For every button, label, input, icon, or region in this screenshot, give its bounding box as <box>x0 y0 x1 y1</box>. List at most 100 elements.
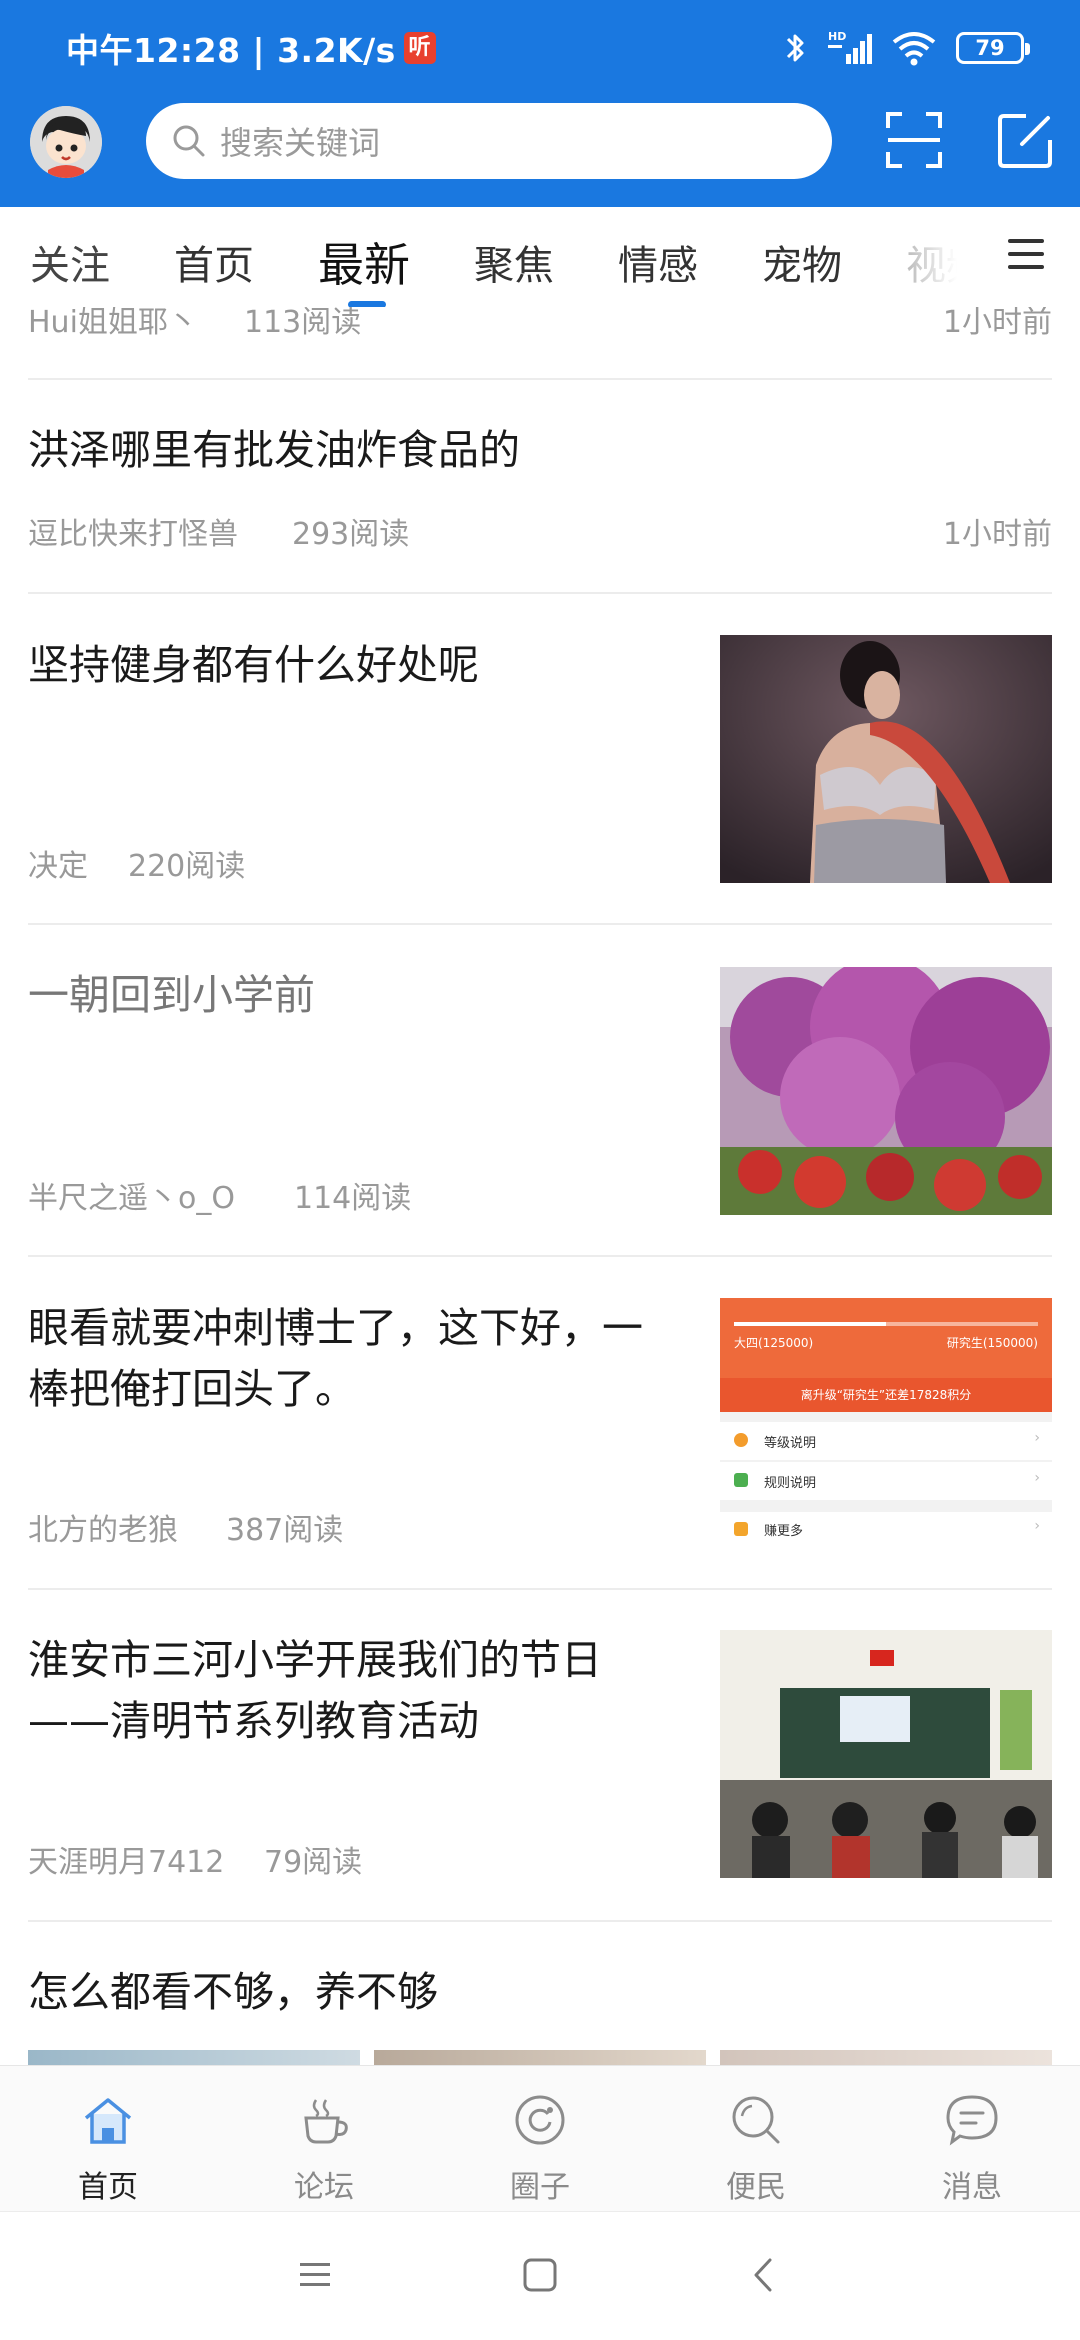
flowers-photo <box>720 967 1052 1215</box>
tab-latest[interactable]: 最新 <box>318 229 410 295</box>
divider <box>28 1920 1052 1922</box>
app-screen: 中午12:28 | 3.2K/s 听 HD 79 搜索关键词 关注 首页 最新 … <box>0 0 1080 2340</box>
post-reads: 79阅读 <box>264 1845 363 1880</box>
rules-icon <box>734 1473 748 1487</box>
search-icon <box>173 125 205 157</box>
back-button[interactable] <box>740 2250 790 2300</box>
tab-focus[interactable]: 聚焦 <box>474 233 554 291</box>
nav-label: 论坛 <box>294 2170 354 2205</box>
nav-label: 首页 <box>78 2170 138 2205</box>
nav-forum[interactable]: 论坛 <box>216 2066 432 2212</box>
tab-following[interactable]: 关注 <box>30 233 110 291</box>
feed-list: Hui姐姐耶丶 113阅读 1小时前 洪泽哪里有批发油炸食品的 逗比快来打怪兽 … <box>0 307 1080 2065</box>
bluetooth-icon <box>786 34 804 62</box>
message-icon <box>946 2095 998 2146</box>
post-author: 天涯明月7412 <box>28 1845 225 1880</box>
chevron-right-icon: › <box>1034 1430 1040 1446</box>
status-icons: HD 79 <box>784 26 1030 70</box>
nav-label: 消息 <box>942 2170 1002 2205</box>
scan-icon <box>886 112 942 168</box>
post-author: 北方的老狼 <box>28 1513 178 1548</box>
tab-fade <box>880 207 990 307</box>
scan-button[interactable] <box>884 110 944 170</box>
home-icon <box>84 2098 132 2144</box>
classroom-photo <box>720 1630 1052 1878</box>
post-author: 半尺之遥丶o_O <box>28 1181 235 1216</box>
chevron-right-icon: › <box>1034 1470 1040 1486</box>
post-time: 1小时前 <box>942 307 1052 340</box>
level-left-value: 大四(125000) <box>734 1336 814 1350</box>
fitness-photo <box>720 635 1052 883</box>
listen-badge-icon: 听 <box>403 32 436 64</box>
earn-icon <box>734 1522 748 1536</box>
battery-icon: 79 <box>956 32 1030 64</box>
post-title: 坚持健身都有什么好处呢 <box>28 641 479 689</box>
level-banner: 离升级“研究生”还差17828积分 <box>720 1378 1052 1412</box>
level-right-value: 研究生(150000) <box>946 1336 1038 1350</box>
post-thumbnail: 大四(125000) 研究生(150000) 离升级“研究生”还差17828积分… <box>720 1298 1052 1546</box>
level-menu-item: 规则说明 › <box>720 1462 1052 1500</box>
home-button[interactable] <box>515 2250 565 2300</box>
circle-icon <box>515 2095 565 2145</box>
divider <box>28 923 1052 925</box>
post-thumbnail <box>720 635 1052 883</box>
level-menu-label: 等级说明 <box>764 1436 817 1451</box>
menu-lines-icon <box>300 2263 330 2286</box>
post-thumbnail <box>720 967 1052 1215</box>
category-tabs: 关注 首页 最新 聚焦 情感 宠物 视频 <box>0 207 1080 308</box>
post-reads: 114阅读 <box>294 1181 412 1216</box>
post-thumbnail <box>28 2050 360 2065</box>
post-thumbnail <box>374 2050 706 2065</box>
post-button[interactable] <box>996 110 1056 170</box>
nav-services[interactable]: 便民 <box>648 2066 864 2212</box>
post-reads: 387阅读 <box>226 1513 344 1548</box>
post-title: 一朝回到小学前 <box>28 971 315 1019</box>
post-title: 洪泽哪里有批发油炸食品的 <box>28 426 520 474</box>
post-title: 怎么都看不够，养不够 <box>28 1968 438 2016</box>
signal-hd-label: HD <box>828 30 846 43</box>
post-reads: 293阅读 <box>292 517 410 552</box>
level-menu-label: 规则说明 <box>764 1476 817 1491</box>
chevron-right-icon: › <box>1034 1518 1040 1534</box>
app-header: 中午12:28 | 3.2K/s 听 HD 79 搜索关键词 <box>0 0 1080 207</box>
tab-home[interactable]: 首页 <box>174 233 254 291</box>
post-author: 逗比快来打怪兽 <box>28 517 238 552</box>
post-time: 1小时前 <box>942 517 1052 552</box>
bottom-nav: 首页 论坛 圈子 便民 消息 <box>0 2065 1080 2211</box>
level-info-icon <box>734 1433 748 1447</box>
post-thumbnail <box>720 2050 1052 2065</box>
user-avatar[interactable] <box>30 106 102 178</box>
search-input[interactable]: 搜索关键词 <box>146 103 832 179</box>
nav-home[interactable]: 首页 <box>0 2066 216 2212</box>
system-nav-bar <box>0 2211 1080 2340</box>
level-track <box>734 1322 1038 1326</box>
post-author: Hui姐姐耶丶 <box>28 307 198 340</box>
menu-icon <box>1008 239 1044 269</box>
divider <box>28 592 1052 594</box>
tab-pets[interactable]: 宠物 <box>762 233 842 291</box>
cup-icon <box>304 2099 348 2144</box>
menu-button[interactable] <box>1006 236 1046 272</box>
divider <box>28 1255 1052 1257</box>
nav-circle[interactable]: 圈子 <box>432 2066 648 2212</box>
search-icon <box>732 2096 780 2144</box>
divider <box>28 378 1052 380</box>
status-time-text: 中午12:28 | 3.2K/s <box>66 31 396 70</box>
post-title-line: 眼看就要冲刺博士了，这下好，一 <box>28 1304 643 1352</box>
wifi-icon <box>892 32 936 66</box>
post-thumbnail <box>720 1630 1052 1878</box>
status-bar: 中午12:28 | 3.2K/s 听 HD 79 <box>0 0 1080 96</box>
divider <box>28 1588 1052 1590</box>
recent-apps-button[interactable] <box>290 2250 340 2300</box>
nav-messages[interactable]: 消息 <box>864 2066 1080 2212</box>
level-menu-item: 赚更多 › <box>720 1512 1052 1546</box>
post-reads: 220阅读 <box>128 849 246 884</box>
tab-emotion[interactable]: 情感 <box>618 233 698 291</box>
signal-icon: HD <box>828 30 872 64</box>
back-arrow-icon <box>754 2258 772 2292</box>
search-placeholder: 搜索关键词 <box>220 124 381 162</box>
avatar-face-icon <box>30 106 102 178</box>
post-title-line: ——清明节系列教育活动 <box>28 1697 479 1745</box>
nav-label: 便民 <box>726 2170 786 2205</box>
nav-label: 圈子 <box>510 2170 570 2205</box>
